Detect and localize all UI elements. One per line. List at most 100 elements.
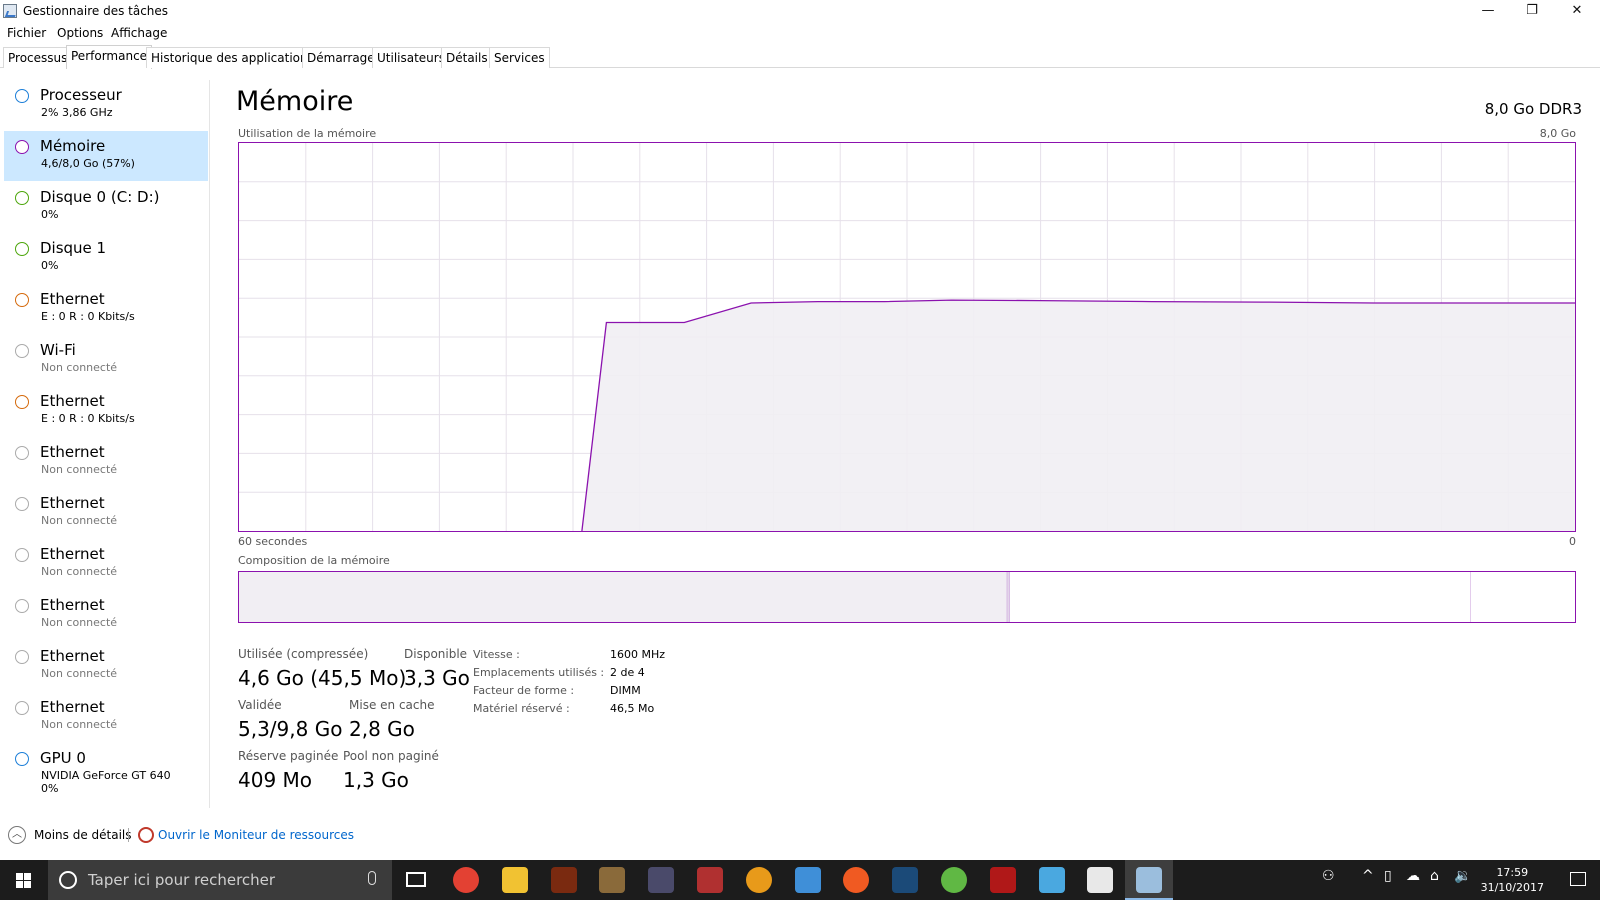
sidebar-item-label: Disque 1 xyxy=(40,239,106,257)
sidebar-item-0[interactable]: Processeur2% 3,86 GHz xyxy=(4,80,208,130)
notification-icon[interactable] xyxy=(1570,872,1586,886)
task-manager-icon[interactable] xyxy=(1136,867,1162,893)
sidebar-item-detail: E : 0 R : 0 Kbits/s xyxy=(41,310,135,323)
file-explorer-icon[interactable] xyxy=(502,867,528,893)
paged-pool-value: 409 Mo xyxy=(238,768,312,792)
sidebar-item-10[interactable]: EthernetNon connecté xyxy=(4,590,208,640)
menu-options[interactable]: Options xyxy=(57,26,103,40)
origin-icon[interactable] xyxy=(843,867,869,893)
chevron-up-icon[interactable]: ︿ xyxy=(8,826,26,844)
graph-zero-label: 0 xyxy=(1569,535,1576,548)
sidebar-item-label: Ethernet xyxy=(40,647,105,665)
resource-monitor-link[interactable]: Ouvrir le Moniteur de ressources xyxy=(158,828,354,842)
tab-details[interactable]: Détails xyxy=(441,47,493,68)
tab-services[interactable]: Services xyxy=(489,47,550,68)
sidebar-item-detail: 0% xyxy=(41,208,58,221)
nonpaged-pool-value: 1,3 Go xyxy=(343,768,409,792)
sidebar-item-label: Mémoire xyxy=(40,137,105,155)
sidebar-item-6[interactable]: Ethernet E : 0 R : 0 Kbits/s xyxy=(4,386,208,436)
status-ring-icon xyxy=(15,752,29,766)
cortana-icon xyxy=(59,871,77,889)
less-details-link[interactable]: Moins de détails xyxy=(34,828,132,842)
sidebar-item-detail: E : 0 R : 0 Kbits/s xyxy=(41,412,135,425)
menu-bar: Fichier Options Affichage xyxy=(0,23,1600,43)
sidebar-item-7[interactable]: EthernetNon connecté xyxy=(4,437,208,487)
resource-monitor-icon[interactable] xyxy=(138,827,154,843)
sidebar-item-detail: Non connecté xyxy=(41,514,117,527)
sidebar-item-2[interactable]: Disque 0 (C: D:)0% xyxy=(4,182,208,232)
sidebar-item-label: GPU 0 xyxy=(40,749,86,767)
game-app-icon[interactable] xyxy=(648,867,674,893)
sidebar-item-13[interactable]: GPU 0NVIDIA GeForce GT 6400% xyxy=(4,743,208,793)
composition-segment-used[interactable] xyxy=(239,572,1007,622)
tab-processus[interactable]: Processus xyxy=(3,47,72,68)
graph-time-label: 60 secondes xyxy=(238,535,307,548)
sidebar-item-label: Processeur xyxy=(40,86,122,104)
graph-max-label: 8,0 Go xyxy=(1540,127,1576,140)
sidebar-item-3[interactable]: Disque 10% xyxy=(4,233,208,283)
minimize-button[interactable]: — xyxy=(1465,0,1511,23)
memory-usage-chart xyxy=(239,143,1575,531)
sidebar-item-label: Ethernet xyxy=(40,392,105,410)
menu-fichier[interactable]: Fichier xyxy=(7,26,46,40)
hearthstone-icon[interactable] xyxy=(599,867,625,893)
tab-demarrage[interactable]: Démarrage xyxy=(302,47,380,68)
cached-value: 2,8 Go xyxy=(349,717,415,741)
half-life-icon[interactable] xyxy=(746,867,772,893)
reserved-value: 46,5 Mo xyxy=(610,702,654,715)
restore-button[interactable]: ❐ xyxy=(1509,0,1555,23)
sidebar-item-5[interactable]: Wi-FiNon connecté xyxy=(4,335,208,385)
menu-affichage[interactable]: Affichage xyxy=(111,26,167,40)
sidebar-item-detail-2: 0% xyxy=(41,782,58,795)
chrome-icon[interactable] xyxy=(453,867,479,893)
paged-pool-label: Réserve paginée xyxy=(238,749,338,763)
status-ring-icon xyxy=(15,446,29,460)
calendar-app-icon[interactable] xyxy=(697,867,723,893)
asus-icon[interactable] xyxy=(990,867,1016,893)
volume-icon[interactable]: 🔉 xyxy=(1454,868,1471,884)
used-label: Utilisée (compressée) xyxy=(238,647,368,661)
sidebar-item-11[interactable]: EthernetNon connecté xyxy=(4,641,208,691)
network-icon[interactable]: ⌂ xyxy=(1430,868,1439,884)
status-ring-icon xyxy=(15,89,29,103)
composition-segment-standby[interactable] xyxy=(1010,572,1471,622)
sidebar-item-label: Ethernet xyxy=(40,596,105,614)
sidebar-item-label: Ethernet xyxy=(40,443,105,461)
task-view-icon[interactable] xyxy=(406,872,426,887)
tab-performance[interactable]: Performance xyxy=(66,45,152,69)
close-button[interactable]: ✕ xyxy=(1554,0,1600,23)
utorrent-icon[interactable] xyxy=(941,867,967,893)
status-ring-icon xyxy=(15,599,29,613)
status-ring-icon xyxy=(15,395,29,409)
sidebar-item-4[interactable]: EthernetE : 0 R : 0 Kbits/s xyxy=(4,284,208,334)
display-app-icon[interactable] xyxy=(1039,867,1065,893)
blue-app-icon[interactable] xyxy=(795,867,821,893)
diablo-icon[interactable] xyxy=(551,867,577,893)
mail-icon[interactable] xyxy=(1087,867,1113,893)
steam-icon[interactable] xyxy=(892,867,918,893)
start-button[interactable] xyxy=(0,860,48,900)
tab-utilisateurs[interactable]: Utilisateurs xyxy=(372,47,450,68)
onedrive-icon[interactable]: ☁ xyxy=(1406,868,1420,884)
sidebar-item-8[interactable]: EthernetNon connecté xyxy=(4,488,208,538)
people-icon[interactable]: ⚇ xyxy=(1322,868,1335,884)
sidebar-item-9[interactable]: EthernetNon connecté xyxy=(4,539,208,589)
window-title: Gestionnaire des tâches xyxy=(23,4,168,18)
slots-value: 2 de 4 xyxy=(610,666,645,679)
committed-label: Validée xyxy=(238,698,282,712)
status-ring-icon xyxy=(15,650,29,664)
tablet-icon[interactable]: ▯ xyxy=(1384,868,1392,884)
sidebar-item-1[interactable]: Mémoire4,6/8,0 Go (57%) xyxy=(4,131,208,181)
composition-segment-free[interactable] xyxy=(1471,572,1575,622)
taskbar-search[interactable]: Taper ici pour rechercher xyxy=(48,860,392,900)
sidebar-item-12[interactable]: EthernetNon connecté xyxy=(4,692,208,742)
performance-sidebar: Processeur2% 3,86 GHzMémoire4,6/8,0 Go (… xyxy=(0,80,210,808)
sidebar-item-detail: Non connecté xyxy=(41,718,117,731)
tab-historique[interactable]: Historique des applications xyxy=(146,47,319,68)
clock-date: 31/10/2017 xyxy=(1481,880,1544,895)
microphone-icon[interactable] xyxy=(368,871,376,885)
form-factor-value: DIMM xyxy=(610,684,641,697)
clock[interactable]: 17:59 31/10/2017 xyxy=(1481,865,1544,895)
status-ring-icon xyxy=(15,701,29,715)
chevron-up-tray-icon[interactable]: ^ xyxy=(1362,868,1374,884)
